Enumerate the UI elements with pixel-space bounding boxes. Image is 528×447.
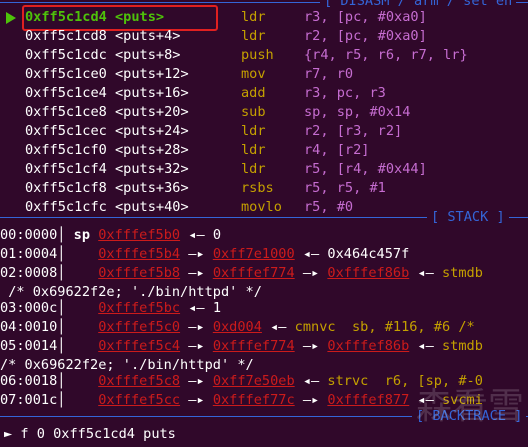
disasm-symbol: <puts+8>: [115, 47, 181, 63]
disasm-symbol: <puts+24>: [115, 123, 189, 139]
disasm-opcode: ldr: [241, 28, 266, 44]
disasm-opcode: movlo: [241, 199, 282, 215]
stack-row-2: 02:0008│ 0xfffef5b8 —▸ 0xfffef774 —▸ 0xf…: [0, 265, 483, 281]
disasm-address: 0xff5c1cf4: [25, 161, 107, 177]
disasm-symbol: <puts>: [115, 9, 165, 25]
disasm-operands: r5, [r4, #0x44]: [304, 161, 427, 177]
disasm-opcode: rsbs: [241, 180, 274, 196]
disasm-symbol: <puts+36>: [115, 180, 189, 196]
stack-row-7: 07:001c│ 0xfffef5cc —▸ 0xfffef77c —▸ 0xf…: [0, 392, 483, 408]
disasm-symbol: <puts+28>: [115, 142, 189, 158]
disasm-symbol: <puts+40>: [115, 199, 189, 215]
disasm-operands: sp, sp, #0x14: [304, 104, 411, 120]
disasm-address: 0xff5c1cdc: [25, 47, 107, 63]
disasm-address: 0xff5c1cec: [25, 123, 107, 139]
disasm-operands: r5, #0: [304, 199, 354, 215]
disasm-address: 0xff5c1cd8: [25, 28, 107, 44]
disasm-opcode: add: [241, 85, 266, 101]
stack-row-4: 04:0010│ 0xfffef5c0 —▸ 0xd004 ◂— cmnvc s…: [0, 319, 475, 335]
disasm-symbol: <puts+20>: [115, 104, 189, 120]
disasm-opcode: mov: [241, 66, 266, 82]
disasm-opcode: ldr: [241, 123, 266, 139]
disasm-operands: r3, pc, r3: [304, 85, 386, 101]
disasm-opcode: push: [241, 47, 274, 63]
stack-header: [ STACK ]: [427, 208, 509, 227]
disasm-address: 0xff5c1cd4: [25, 9, 107, 25]
disasm-opcode: ldr: [241, 142, 266, 158]
disasm-opcode: ldr: [241, 161, 266, 177]
disasm-operands: r2, [pc, #0xa0]: [304, 28, 427, 44]
disasm-address: 0xff5c1ce0: [25, 66, 107, 82]
backtrace-frame-0[interactable]: ► f 0 0xff5c1cd4 puts: [4, 425, 176, 444]
disasm-symbol: <puts+32>: [115, 161, 189, 177]
current-instruction-arrow-icon: [6, 12, 16, 24]
disasm-symbol: <puts+4>: [115, 28, 181, 44]
disasm-operands: r5, r5, #1: [304, 180, 386, 196]
disasm-opcode: ldr: [241, 9, 266, 25]
stack-row-1: 01:0004│ 0xfffef5b4 —▸ 0xff7e1000 ◂— 0x4…: [0, 246, 410, 262]
disasm-address: 0xff5c1cfc: [25, 199, 107, 215]
disasm-operands: {r4, r5, r6, r7, lr}: [304, 47, 468, 63]
disasm-operands: r4, [r2]: [304, 142, 370, 158]
stack-row-5: 05:0014│ 0xfffef5c4 —▸ 0xfffef774 —▸ 0xf…: [0, 338, 483, 354]
disasm-address: 0xff5c1ce8: [25, 104, 107, 120]
disasm-opcode: sub: [241, 104, 266, 120]
disasm-symbol: <puts+12>: [115, 66, 189, 82]
watermark-logo: 森看雪: [415, 386, 524, 427]
disasm-operands: r2, [r3, r2]: [304, 123, 403, 139]
disasm-operands: r7, r0: [304, 66, 354, 82]
disasm-address: 0xff5c1cf0: [25, 142, 107, 158]
disasm-address: 0xff5c1ce4: [25, 85, 107, 101]
disasm-operands: r3, [pc, #0xa0]: [304, 9, 427, 25]
stack-row-3: 03:000c│ 0xfffef5bc ◂— 1: [0, 300, 221, 316]
stack-row-0: 00:0000│ sp 0xfffef5b0 ◂— 0: [0, 227, 222, 243]
stack-row-6: 06:0018│ 0xfffef5c8 —▸ 0xff7e50eb ◂— str…: [0, 373, 483, 389]
disasm-symbol: <puts+16>: [115, 85, 189, 101]
disasm-address: 0xff5c1cf8: [25, 180, 107, 196]
